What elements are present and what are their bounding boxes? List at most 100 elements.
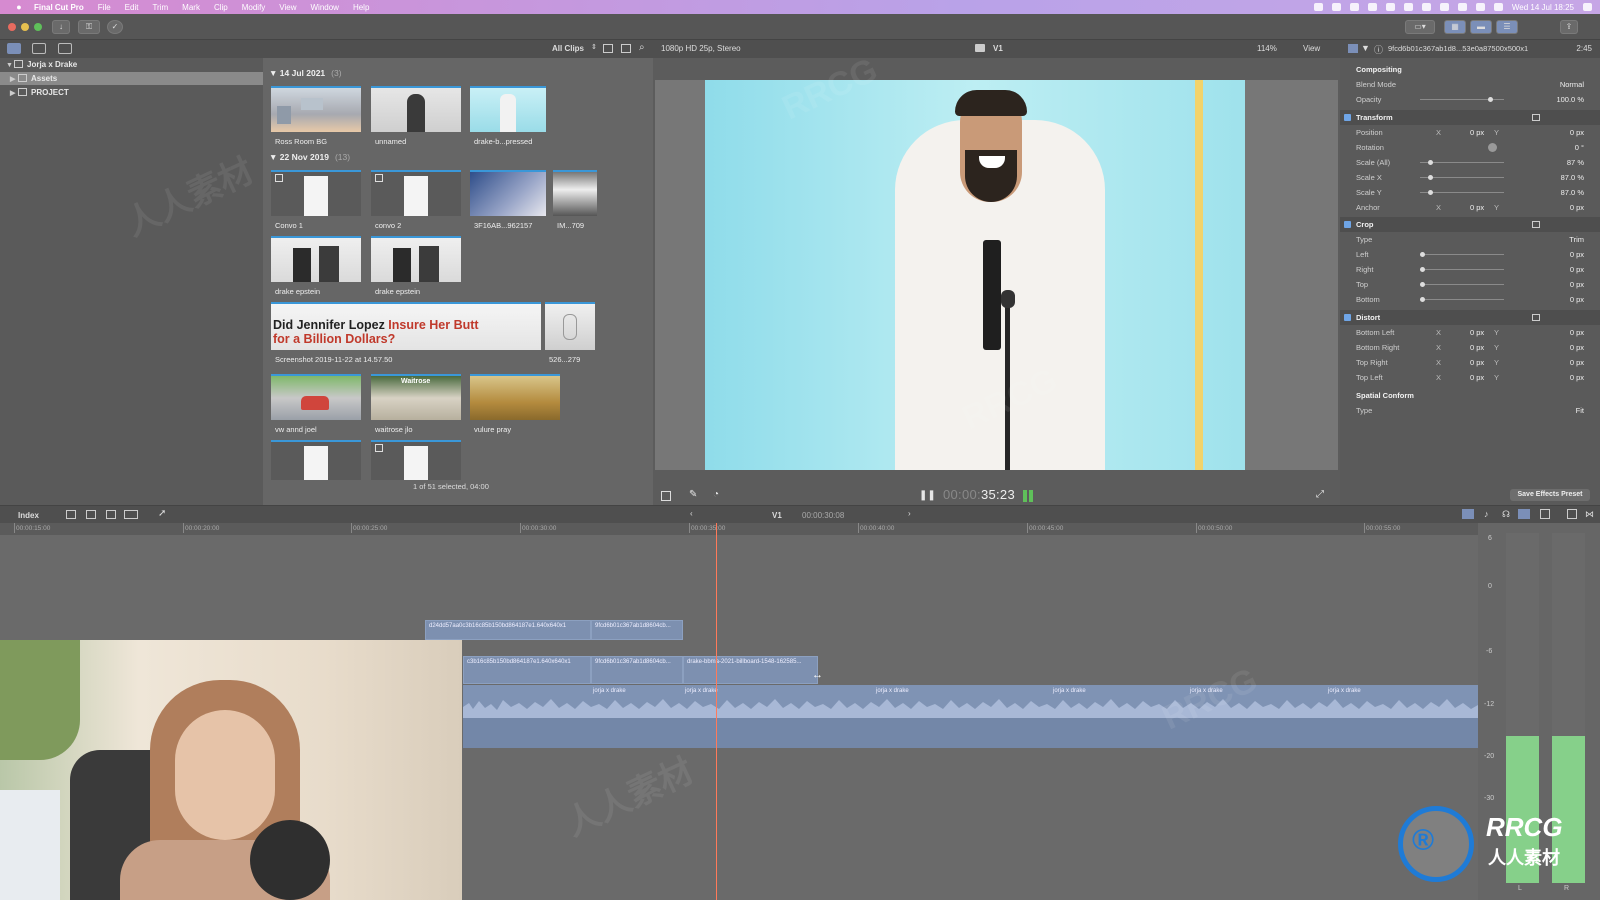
clip-thumbnail[interactable] [271,440,361,480]
effects-browser-icon[interactable] [1567,509,1577,519]
library-item[interactable]: ▼ Jorja x Drake [0,58,263,71]
siri-icon[interactable] [1583,3,1592,11]
clip-filter-dropdown[interactable]: All Clips [552,44,584,53]
display-icon[interactable] [1349,3,1359,11]
apple-icon[interactable]: ● [12,2,26,12]
crop-left-slider[interactable] [1420,254,1504,255]
clip-thumbnail[interactable]: vulure pray [470,374,560,434]
position-x-value[interactable]: 0 px [1470,125,1484,140]
titles-icon[interactable] [58,43,72,54]
crop-type-dropdown[interactable]: Trim [1569,232,1584,247]
event-item-assets[interactable]: ▶ Assets [0,72,263,85]
crop-onscreen-control-icon[interactable] [1532,221,1540,228]
clip-thumbnail[interactable]: drake epstein [271,236,361,296]
timeline-clip[interactable]: 9fcd6b01c367ab1d8604cb... [591,620,683,640]
crop-transform-icon[interactable] [661,491,671,501]
opacity-value[interactable]: 100.0 % [1556,92,1584,107]
menu-trim[interactable]: Trim [152,3,168,12]
speed-icon[interactable]: ◔ [713,489,719,500]
wifi-icon[interactable] [1439,3,1449,11]
connect-icon[interactable] [106,510,116,519]
disclosure-open-icon[interactable]: ▼ [6,59,14,72]
scale-all-slider-knob[interactable] [1428,160,1433,165]
anchor-x-value[interactable]: 0 px [1470,200,1484,215]
minimize-window-button[interactable] [21,23,29,31]
clip-thumbnail[interactable]: Convo 1 [271,170,361,230]
clip-thumbnail[interactable]: 526...279 [545,302,595,366]
date-group-header[interactable]: ▼ 22 Nov 2019 (13) [269,152,350,162]
menu-app[interactable]: Final Cut Pro [34,3,84,12]
disclosure-closed-icon[interactable]: ▶ [10,87,18,100]
audio-skimming-icon[interactable]: ♪ [1484,509,1489,519]
back-arrow-icon[interactable]: ‹ [690,509,693,518]
insert-icon[interactable] [86,510,96,519]
screen-icon[interactable] [1331,3,1341,11]
clip-thumbnail[interactable] [371,440,461,480]
crop-bottom-slider[interactable] [1420,299,1504,300]
list-view-icon[interactable] [621,44,631,53]
scale-x-slider-knob[interactable] [1428,175,1433,180]
zoom-window-button[interactable] [34,23,42,31]
timeline-clip[interactable]: 9fcd6b01c367ab1d8604cb... [591,656,683,684]
distort-section[interactable]: Distort [1340,310,1600,325]
clip-thumbnail[interactable]: Waitrose waitrose jlo [371,374,461,434]
timeline-index-button[interactable]: Index [18,511,39,520]
fullscreen-icon[interactable]: ⤢ [1316,489,1324,500]
crop-left-value[interactable]: 0 px [1570,247,1584,262]
clip-thumbnail[interactable]: IM...709 [553,170,597,230]
forward-arrow-icon[interactable]: › [908,509,911,518]
pause-icon[interactable]: ❚❚ [919,490,936,501]
menu-clip[interactable]: Clip [214,3,228,12]
control-center-icon[interactable] [1493,3,1503,11]
skimming-icon[interactable] [1462,509,1474,519]
timeline-clip[interactable]: drake-bbma-2021-billboard-1548-162585... [683,656,818,684]
search-icon[interactable]: ⌕ [639,42,645,53]
menu-mark[interactable]: Mark [182,3,200,12]
audio-marker[interactable]: jorja x drake [876,688,909,694]
disclosure-closed-icon[interactable]: ▶ [10,73,18,86]
menu-window[interactable]: Window [311,3,339,12]
opacity-slider-knob[interactable] [1488,97,1493,102]
transform-checkbox[interactable] [1344,114,1351,121]
info-icon[interactable]: ⓘ [1374,43,1383,56]
spatial-type-dropdown[interactable]: Fit [1576,403,1584,418]
save-effects-preset-button[interactable]: Save Effects Preset [1510,489,1590,501]
audio-marker[interactable]: jorja x drake [1328,688,1361,694]
rotation-dial[interactable] [1488,143,1497,152]
show-browser-button[interactable]: ▦ [1444,20,1466,34]
crop-checkbox[interactable] [1344,221,1351,228]
crop-section[interactable]: Crop [1340,217,1600,232]
transitions-icon[interactable]: ⋈ [1585,509,1594,520]
import-button[interactable]: ↓ [52,20,70,34]
rotation-value[interactable]: 0 ° [1575,140,1584,155]
clip-thumbnail[interactable]: 3F16AB...962157 [470,170,546,230]
scale-y-value[interactable]: 87.0 % [1561,185,1584,200]
timeline-clip[interactable]: d24dd57aa0c3b16c85b150bd864187e1.640x640… [425,620,591,640]
share-button[interactable]: ⇪ [1560,20,1578,34]
crop-bottom-value[interactable]: 0 px [1570,292,1584,307]
bluetooth-icon[interactable] [1421,3,1431,11]
crop-right-slider-knob[interactable] [1420,267,1425,272]
clip-appearance-icon[interactable] [1540,509,1550,519]
menu-edit[interactable]: Edit [125,3,139,12]
crop-bottom-slider-knob[interactable] [1420,297,1425,302]
solo-icon[interactable] [1518,509,1530,519]
timeline-role[interactable]: V1 [772,511,782,520]
clip-thumbnail[interactable]: drake epstein [371,236,461,296]
audio-marker[interactable]: jorja x drake [685,688,718,694]
show-inspector-button[interactable]: ☰ [1496,20,1518,34]
blend-mode-dropdown[interactable]: Normal [1560,77,1584,92]
overwrite-icon[interactable] [124,510,138,519]
clip-thumbnail[interactable]: drake-b...pressed [470,86,546,146]
scale-all-value[interactable]: 87 % [1567,155,1584,170]
timeline-ruler[interactable]: 00:00:15:00 00:00:20:00 00:00:25:00 00:0… [0,523,1478,535]
distort-checkbox[interactable] [1344,314,1351,321]
enhance-icon[interactable]: ✎ [689,489,697,500]
audio-marker[interactable]: jorja x drake [593,688,626,694]
record-icon[interactable] [1313,3,1323,11]
video-inspector-icon[interactable] [1348,44,1358,53]
clip-thumbnail[interactable]: Ross Room BG [271,86,361,146]
timeline-clip[interactable]: c3b16c85b150bd864187e1.640x640x1 [463,656,591,684]
scale-x-value[interactable]: 87.0 % [1561,170,1584,185]
crop-top-slider-knob[interactable] [1420,282,1425,287]
